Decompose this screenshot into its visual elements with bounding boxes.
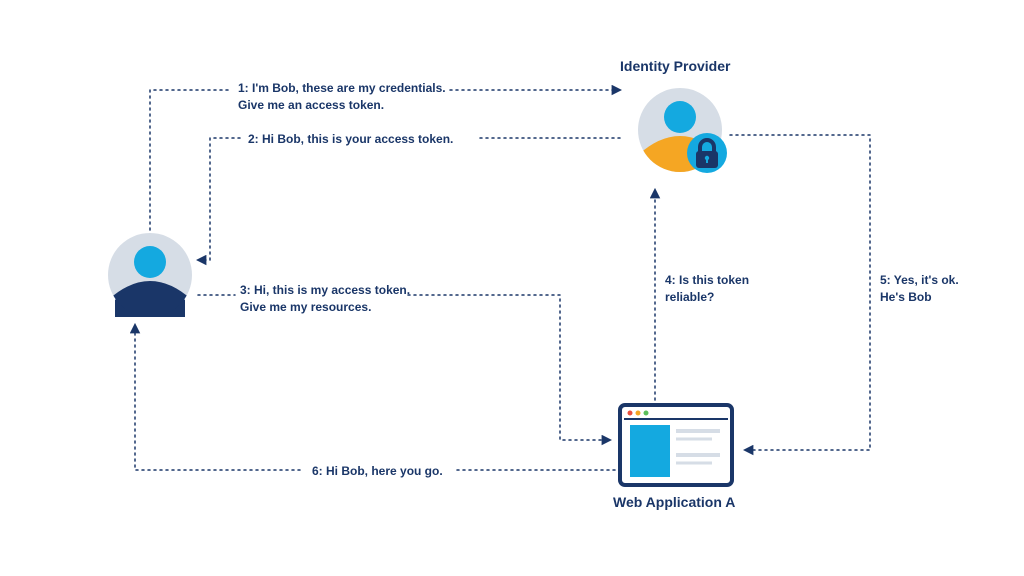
- step5-line1: 5: Yes, it's ok.: [880, 272, 959, 289]
- step3-line1: 3: Hi, this is my access token.: [240, 282, 410, 299]
- step6-label: 6: Hi Bob, here you go.: [312, 463, 443, 480]
- step3-line2: Give me my resources.: [240, 299, 410, 316]
- identity-provider-title: Identity Provider: [620, 58, 730, 74]
- step1-line1: 1: I'm Bob, these are my credentials.: [238, 80, 446, 97]
- web-application-title: Web Application A: [613, 494, 735, 510]
- step1-line2: Give me an access token.: [238, 97, 446, 114]
- identity-provider-icon: [638, 88, 727, 185]
- connector-step6-left: [135, 325, 300, 470]
- web-application-icon: [620, 405, 732, 485]
- step4-line2: reliable?: [665, 289, 749, 306]
- connector-step3-right: [408, 295, 610, 440]
- connector-step5: [730, 135, 870, 450]
- step5-label: 5: Yes, it's ok. He's Bob: [880, 272, 959, 306]
- step1-label: 1: I'm Bob, these are my credentials. Gi…: [238, 80, 446, 114]
- step5-line2: He's Bob: [880, 289, 959, 306]
- user-icon: [108, 233, 192, 330]
- connector-step1-left: [150, 90, 230, 230]
- diagram-canvas: [0, 0, 1024, 576]
- step2-label: 2: Hi Bob, this is your access token.: [248, 131, 453, 148]
- step4-label: 4: Is this token reliable?: [665, 272, 749, 306]
- connector-step2-left: [198, 138, 240, 260]
- step3-label: 3: Hi, this is my access token. Give me …: [240, 282, 410, 316]
- step4-line1: 4: Is this token: [665, 272, 749, 289]
